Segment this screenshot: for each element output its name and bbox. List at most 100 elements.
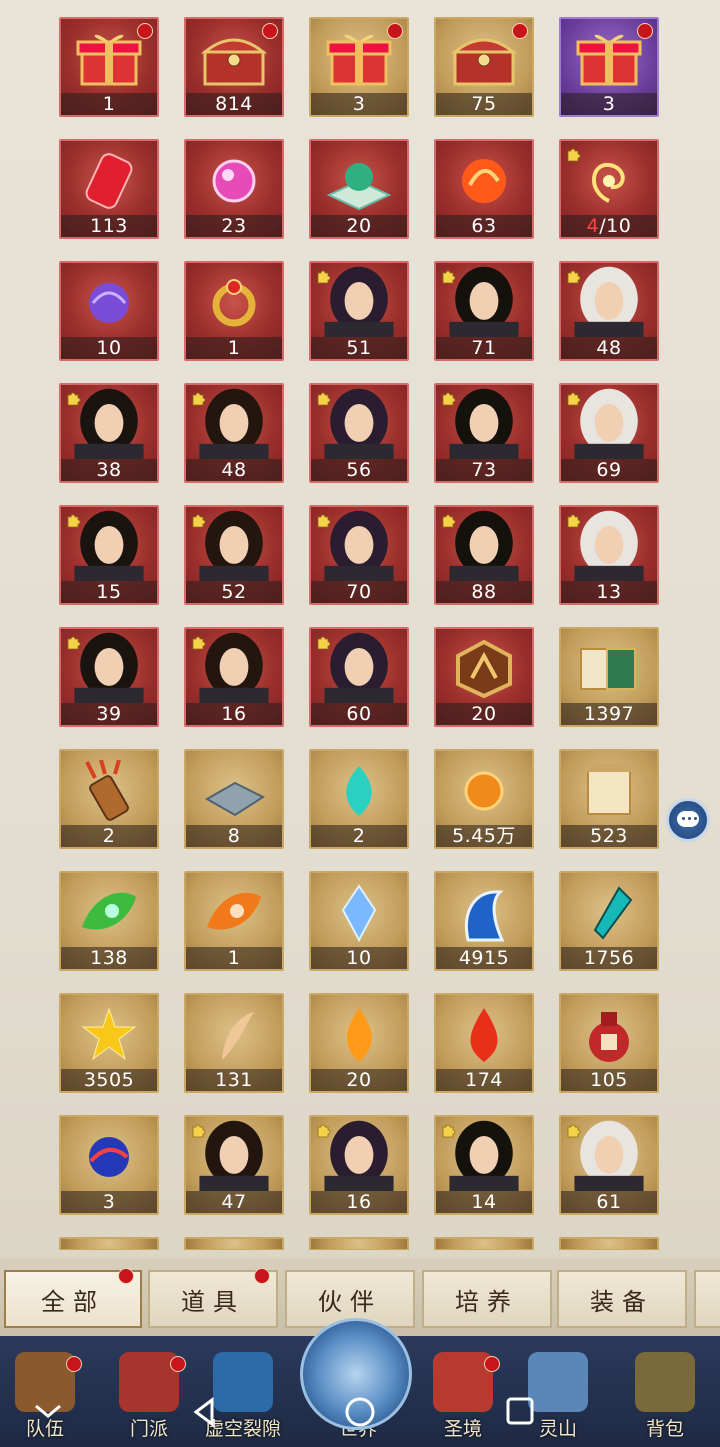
fragment-puzzle-icon xyxy=(317,392,331,406)
inventory-item-slot[interactable]: 3 xyxy=(59,1115,159,1215)
inventory-item-slot[interactable]: 10 xyxy=(309,871,409,971)
item-quantity: 3 xyxy=(311,93,407,115)
nav-label: 门派 xyxy=(129,1418,168,1440)
nav-item-2[interactable]: 虚空裂隙 xyxy=(198,1336,288,1447)
item-quantity: 2 xyxy=(311,825,407,847)
inventory-item-slot[interactable]: 63 xyxy=(434,139,534,239)
inventory-item-slot[interactable]: 113 xyxy=(59,139,159,239)
chat-bubble-button[interactable] xyxy=(666,798,710,842)
inventory-item-slot[interactable]: 2 xyxy=(59,749,159,849)
nav-item-1[interactable]: 门派 xyxy=(104,1336,194,1447)
inventory-item-slot[interactable]: 70 xyxy=(309,505,409,605)
nav-label: 灵山 xyxy=(538,1418,577,1440)
inventory-item-slot[interactable]: 1397 xyxy=(559,627,659,727)
nav-item-5[interactable]: 灵山 xyxy=(513,1336,603,1447)
inventory-item-slot[interactable]: 1 xyxy=(184,261,284,361)
inventory-item-slot[interactable]: 20 xyxy=(309,993,409,1093)
inventory-item-slot[interactable]: 2 xyxy=(309,749,409,849)
tab-0[interactable]: 全部 xyxy=(4,1268,142,1328)
inventory-item-slot[interactable]: 39 xyxy=(59,627,159,727)
item-quantity: 61 xyxy=(561,1191,657,1213)
fragment-puzzle-icon xyxy=(317,1124,331,1138)
nav-item-0[interactable]: 队伍 xyxy=(0,1336,90,1447)
inventory-item-slot[interactable]: 4/10 xyxy=(559,139,659,239)
inventory-item-slot[interactable]: 131 xyxy=(184,993,284,1093)
tab-4[interactable]: 装备 xyxy=(557,1270,687,1328)
nav-label: 圣境 xyxy=(443,1418,482,1440)
inventory-item-slot[interactable]: 138 xyxy=(59,871,159,971)
tab-1[interactable]: 道具 xyxy=(148,1268,278,1328)
tab-label: 伙伴 xyxy=(318,1287,382,1316)
dagger-icon xyxy=(579,882,639,948)
notification-dot xyxy=(170,1356,186,1372)
inventory-item-slot-partial[interactable] xyxy=(559,1237,659,1250)
inventory-item-slot[interactable]: 5.45万 xyxy=(434,749,534,849)
inventory-item-slot[interactable]: 20 xyxy=(309,139,409,239)
inventory-item-slot[interactable]: 814 xyxy=(184,17,284,117)
nav-6-icon xyxy=(635,1352,695,1412)
tab-label: 装备 xyxy=(590,1287,654,1316)
inventory-item-slot-partial[interactable] xyxy=(309,1237,409,1250)
inventory-item-slot[interactable]: 73 xyxy=(434,383,534,483)
item-quantity: 70 xyxy=(311,581,407,603)
inventory-item-slot[interactable]: 52 xyxy=(184,505,284,605)
item-quantity: 39 xyxy=(61,703,157,725)
inventory-item-slot[interactable]: 88 xyxy=(434,505,534,605)
inventory-item-slot[interactable]: 3 xyxy=(309,17,409,117)
inventory-item-slot[interactable]: 47 xyxy=(184,1115,284,1215)
inventory-item-slot[interactable]: 1756 xyxy=(559,871,659,971)
inventory-item-slot-partial[interactable] xyxy=(434,1237,534,1250)
inventory-item-slot[interactable]: 523 xyxy=(559,749,659,849)
inventory-item-slot[interactable]: 15 xyxy=(59,505,159,605)
item-quantity: 10 xyxy=(61,337,157,359)
inventory-item-slot-partial[interactable] xyxy=(59,1237,159,1250)
inventory-item-slot[interactable]: 174 xyxy=(434,993,534,1093)
item-quantity: 20 xyxy=(311,1069,407,1091)
nav-item-4[interactable]: 圣境 xyxy=(418,1336,508,1447)
inventory-item-slot[interactable]: 105 xyxy=(559,993,659,1093)
nav-item-6[interactable]: 背包 xyxy=(620,1336,710,1447)
ring-icon xyxy=(204,273,264,337)
inventory-item-slot[interactable]: 75 xyxy=(434,17,534,117)
tab-3[interactable]: 培养 xyxy=(422,1270,552,1328)
item-quantity: 4915 xyxy=(436,947,532,969)
notification-dot xyxy=(254,1268,270,1284)
inventory-item-slot[interactable]: 1 xyxy=(184,871,284,971)
notification-dot xyxy=(262,23,278,39)
quiver-icon xyxy=(77,759,141,826)
inventory-item-slot[interactable]: 3505 xyxy=(59,993,159,1093)
inventory-item-slot[interactable]: 16 xyxy=(184,627,284,727)
inventory-item-slot[interactable]: 71 xyxy=(434,261,534,361)
inventory-item-slot[interactable]: 56 xyxy=(309,383,409,483)
inventory-item-slot[interactable]: 23 xyxy=(184,139,284,239)
inventory-item-slot[interactable]: 14 xyxy=(434,1115,534,1215)
inventory-item-slot[interactable]: 13 xyxy=(559,505,659,605)
item-quantity: 52 xyxy=(186,581,282,603)
inventory-item-slot[interactable]: 10 xyxy=(59,261,159,361)
item-quantity: 23 xyxy=(186,215,282,237)
inventory-item-slot[interactable]: 4915 xyxy=(434,871,534,971)
inventory-item-slot[interactable]: 20 xyxy=(434,627,534,727)
nav-5-icon xyxy=(528,1352,588,1412)
tab-overflow[interactable] xyxy=(694,1270,720,1328)
item-quantity: 48 xyxy=(561,337,657,359)
inventory-item-slot-partial[interactable] xyxy=(184,1237,284,1250)
inventory-item-slot[interactable]: 48 xyxy=(184,383,284,483)
inventory-item-slot[interactable]: 16 xyxy=(309,1115,409,1215)
inventory-item-slot[interactable]: 48 xyxy=(559,261,659,361)
item-quantity: 5.45万 xyxy=(436,825,532,847)
notification-dot xyxy=(66,1356,82,1372)
inventory-item-slot[interactable]: 1 xyxy=(59,17,159,117)
inventory-item-slot[interactable]: 61 xyxy=(559,1115,659,1215)
blue-flame-icon xyxy=(331,760,387,826)
world-center-button[interactable] xyxy=(300,1318,412,1430)
inventory-item-slot[interactable]: 38 xyxy=(59,383,159,483)
inventory-item-slot[interactable]: 60 xyxy=(309,627,409,727)
nav-label: 虚空裂隙 xyxy=(204,1418,281,1440)
treasure-chest-icon xyxy=(199,28,269,94)
inventory-item-slot[interactable]: 3 xyxy=(559,17,659,117)
inventory-item-slot[interactable]: 8 xyxy=(184,749,284,849)
inventory-item-slot[interactable]: 51 xyxy=(309,261,409,361)
item-quantity: 2 xyxy=(61,825,157,847)
inventory-item-slot[interactable]: 69 xyxy=(559,383,659,483)
